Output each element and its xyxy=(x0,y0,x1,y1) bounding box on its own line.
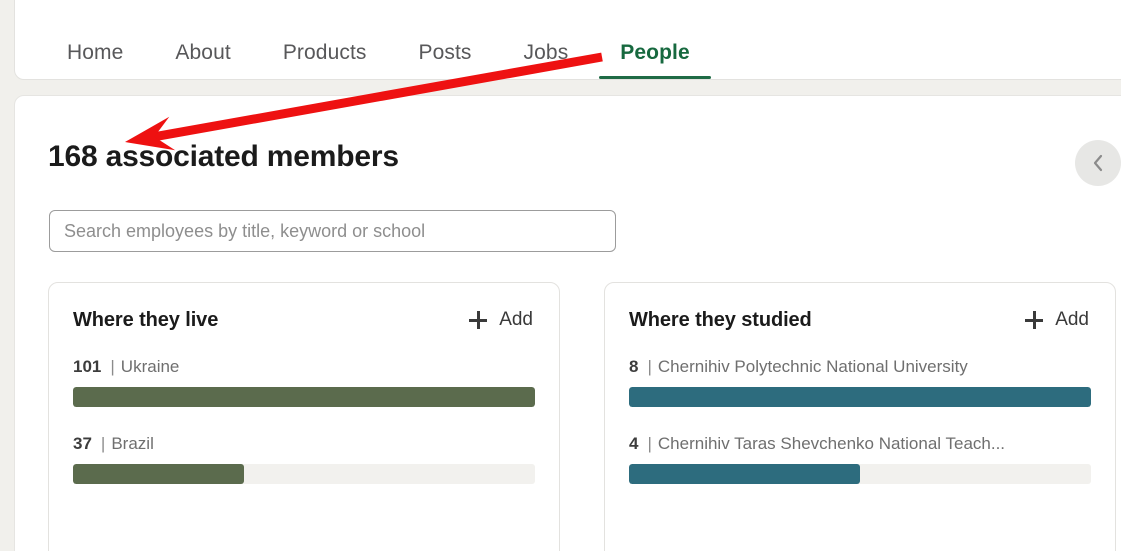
stat-bar-item[interactable]: 8 | Chernihiv Polytechnic National Univers… xyxy=(629,357,1091,407)
stat-bar-count: 4 xyxy=(629,434,639,453)
add-where-they-live-button[interactable]: Add xyxy=(467,307,535,333)
stat-bar-track xyxy=(73,464,535,484)
nav-tab-people[interactable]: People xyxy=(594,41,715,79)
plus-icon xyxy=(1025,311,1044,329)
insight-cards-row: Where they live Add 101 | Ukraine 37 | Brazil Wh… xyxy=(48,282,1116,551)
nav-tab-products[interactable]: Products xyxy=(257,41,393,79)
insight-card-where-they-live: Where they live Add 101 | Ukraine 37 | Brazil xyxy=(48,282,560,551)
stat-bar-count: 101 xyxy=(73,357,102,376)
insight-card-header: Where they studied Add xyxy=(629,307,1091,333)
insight-card-header: Where they live Add xyxy=(73,307,535,333)
stat-bar-label: 4 | Chernihiv Taras Shevchenko National Te… xyxy=(629,434,1091,454)
add-button-label: Add xyxy=(499,309,533,330)
insight-card-where-they-studied: Where they studied Add 8 | Chernihiv Polytec… xyxy=(604,282,1116,551)
top-navigation-bar: Home About Products Posts Jobs People xyxy=(14,0,1121,80)
collapse-panel-button[interactable] xyxy=(1075,140,1121,186)
stat-bar-count: 8 xyxy=(629,357,639,376)
stat-bar-separator: | xyxy=(647,357,652,376)
insight-card-title: Where they studied xyxy=(629,308,812,331)
stat-bar-separator: | xyxy=(100,434,106,453)
stat-bar-item[interactable]: 37 | Brazil xyxy=(73,434,535,484)
nav-tab-posts[interactable]: Posts xyxy=(393,41,498,79)
add-button-label: Add xyxy=(1055,309,1089,330)
chevron-left-icon xyxy=(1092,153,1104,173)
people-panel: 168 associated members Where they live Ad… xyxy=(14,95,1121,551)
stat-bar-count: 37 xyxy=(73,434,92,453)
stat-bar-fill xyxy=(73,464,244,484)
stat-bar-track xyxy=(629,464,1091,484)
stat-bar-item[interactable]: 4 | Chernihiv Taras Shevchenko National Te… xyxy=(629,434,1091,484)
stat-bar-name: Chernihiv Taras Shevchenko National Teac… xyxy=(657,434,1006,453)
stat-bar-label: 8 | Chernihiv Polytechnic National Univers… xyxy=(629,357,1091,377)
page-title: 168 associated members xyxy=(48,140,399,173)
stat-bar-separator: | xyxy=(110,357,115,376)
stat-bar-track xyxy=(73,387,535,407)
stat-bar-track xyxy=(629,387,1091,407)
add-where-they-studied-button[interactable]: Add xyxy=(1023,307,1091,333)
stat-bar-fill xyxy=(629,464,860,484)
stat-bar-fill xyxy=(629,387,1091,407)
stat-bar-name: Ukraine xyxy=(120,357,180,376)
plus-icon xyxy=(469,311,488,329)
stat-bar-name: Brazil xyxy=(111,434,154,453)
stat-bar-label: 101 | Ukraine xyxy=(73,357,535,377)
nav-tab-jobs[interactable]: Jobs xyxy=(498,41,595,79)
search-input[interactable] xyxy=(49,210,616,252)
nav-tab-home[interactable]: Home xyxy=(41,41,149,79)
stat-bar-item[interactable]: 101 | Ukraine xyxy=(73,357,535,407)
insight-card-title: Where they live xyxy=(73,308,219,331)
stat-bar-name: Chernihiv Polytechnic National Universit… xyxy=(657,357,968,376)
nav-tab-list: Home About Products Posts Jobs People xyxy=(15,21,716,79)
search-container xyxy=(49,210,616,252)
stat-bar-separator: | xyxy=(647,434,652,453)
nav-tab-about[interactable]: About xyxy=(149,41,256,79)
stat-bar-label: 37 | Brazil xyxy=(73,434,535,454)
stat-bar-fill xyxy=(73,387,535,407)
